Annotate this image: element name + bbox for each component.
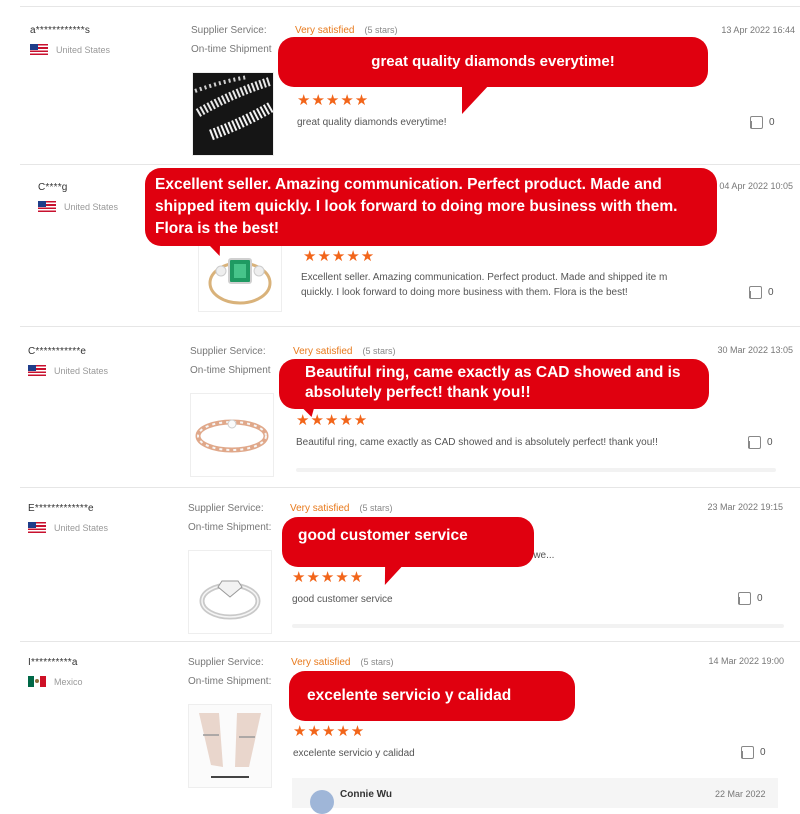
reviewer-country: United States [30, 44, 110, 55]
rating-summary: Very satisfied (5 stars) [291, 657, 394, 668]
thumbs-up-icon [738, 592, 751, 605]
like-button[interactable]: 0 [741, 746, 766, 759]
star-rating: ★★★★★ [292, 569, 365, 586]
avatar [310, 790, 334, 814]
reply-preview [292, 624, 784, 628]
callout-bubble: excelente servicio y calidad [289, 671, 575, 721]
review-text: Beautiful ring, came exactly as CAD show… [296, 437, 658, 448]
us-flag-icon [38, 201, 56, 212]
thumbs-up-icon [750, 116, 763, 129]
rating-label: Very satisfied [295, 25, 355, 36]
like-button[interactable]: 0 [749, 286, 774, 299]
reply-author: Connie Wu [340, 789, 393, 800]
reviewer-name: I**********a [28, 657, 78, 668]
divider [20, 641, 800, 642]
callout-bubble: good customer service [282, 517, 534, 567]
review-text: Excellent seller. Amazing communication.… [301, 272, 668, 298]
review-photo[interactable] [192, 72, 274, 156]
like-count: 0 [768, 287, 774, 298]
us-flag-icon [28, 522, 46, 533]
review-date: 13 Apr 2022 16:44 [721, 25, 795, 35]
reviewer-name: E*************e [28, 503, 94, 514]
review-text: good customer service [292, 594, 393, 605]
country-name: Mexico [54, 676, 83, 687]
divider [20, 326, 800, 327]
rating-stars-text: (5 stars) [359, 503, 393, 513]
reviewer-name: C***********e [28, 346, 87, 357]
reviewer-name: a************s [30, 25, 91, 36]
country-name: United States [64, 201, 119, 212]
like-count: 0 [757, 593, 763, 604]
star-rating: ★★★★★ [303, 248, 376, 265]
supplier-service-label: Supplier Service: [190, 346, 266, 357]
rating-label: Very satisfied [293, 346, 353, 357]
divider [20, 487, 800, 488]
reply-date: 22 Mar 2022 [715, 789, 766, 799]
reviewer-name: C****g [38, 182, 68, 193]
review-text: excelente servicio y calidad [293, 748, 415, 759]
supplier-service-label: Supplier Service: [191, 25, 267, 36]
callout-bubble: Beautiful ring, came exactly as CAD show… [279, 359, 709, 409]
shipment-label: On-time Shipment: [188, 676, 272, 687]
star-rating: ★★★★★ [293, 723, 366, 740]
like-button[interactable]: 0 [750, 116, 775, 129]
hands-with-rings-image [189, 705, 271, 787]
thumbs-up-icon [741, 746, 754, 759]
shipment-label: On-time Shipment: [188, 522, 272, 533]
like-button[interactable]: 0 [738, 592, 763, 605]
callout-bubble: great quality diamonds everytime! [278, 37, 708, 87]
reviewer-country: Mexico [28, 676, 83, 687]
us-flag-icon [30, 44, 48, 55]
star-rating: ★★★★★ [297, 92, 370, 109]
reply-preview [296, 468, 776, 472]
divider [20, 6, 800, 7]
country-name: United States [54, 522, 109, 533]
like-count: 0 [769, 117, 775, 128]
review-date: 23 Mar 2022 19:15 [707, 502, 783, 512]
rating-label: Very satisfied [291, 657, 351, 668]
rose-gold-ring-image [195, 419, 269, 453]
reviewer-country: United States [28, 365, 108, 376]
callout-bubble: Excellent seller. Amazing communication.… [145, 168, 717, 246]
thumbs-up-icon [748, 436, 761, 449]
review-text: great quality diamonds everytime! [297, 117, 447, 128]
supplier-service-label: Supplier Service: [188, 657, 264, 668]
like-count: 0 [767, 437, 773, 448]
like-button[interactable]: 0 [748, 436, 773, 449]
supplier-service-label: Supplier Service: [188, 503, 264, 514]
mexico-flag-icon [28, 676, 46, 687]
review-photo[interactable] [188, 550, 272, 634]
country-name: United States [54, 365, 109, 376]
shipment-label: On-time Shipment [190, 365, 271, 376]
solitaire-ring-image [199, 580, 261, 620]
us-flag-icon [28, 365, 46, 376]
rating-label: Very satisfied [290, 503, 350, 514]
review-photo[interactable] [188, 704, 272, 788]
callout-tail [448, 84, 490, 114]
review-date: 14 Mar 2022 19:00 [708, 656, 784, 666]
country-name: United States [56, 44, 111, 55]
diamonds-image [193, 73, 273, 155]
review-photo[interactable] [190, 393, 274, 477]
review-date: 30 Mar 2022 13:05 [717, 345, 793, 355]
shipment-label: On-time Shipment [191, 44, 272, 55]
rating-stars-text: (5 stars) [362, 346, 396, 356]
thumbs-up-icon [749, 286, 762, 299]
rating-stars-text: (5 stars) [360, 657, 394, 667]
reviewer-country: United States [38, 201, 118, 212]
reviewer-country: United States [28, 522, 108, 533]
like-count: 0 [760, 747, 766, 758]
rating-summary: Very satisfied (5 stars) [290, 503, 393, 514]
rating-stars-text: (5 stars) [364, 25, 398, 35]
divider [20, 164, 800, 165]
rating-summary: Very satisfied (5 stars) [293, 346, 396, 357]
rating-summary: Very satisfied (5 stars) [295, 25, 398, 36]
